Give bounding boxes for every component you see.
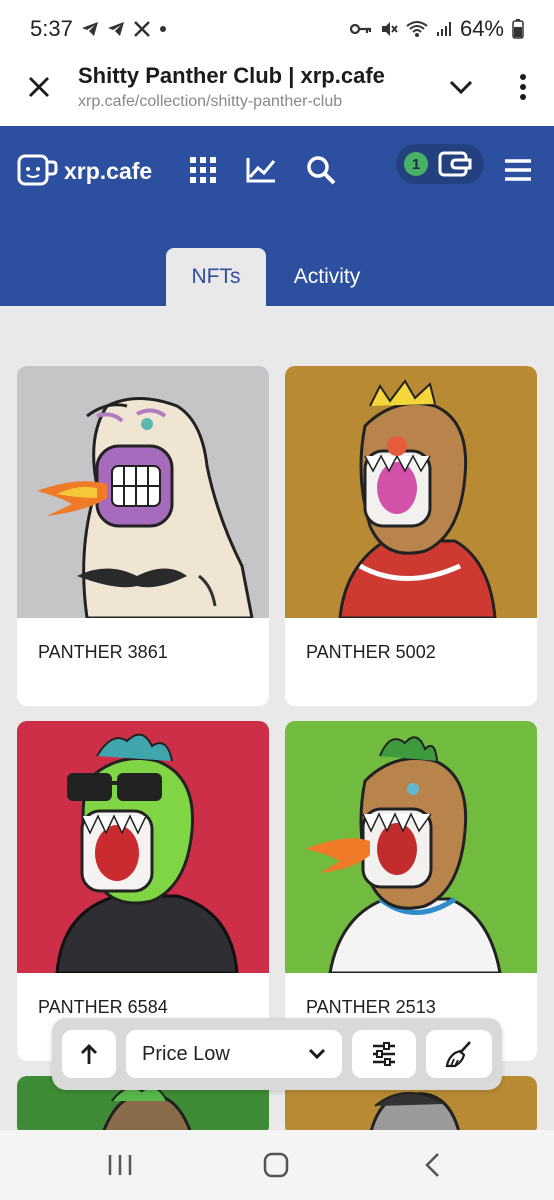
search-icon	[307, 156, 336, 185]
nft-image	[285, 721, 537, 973]
page-url: xrp.cafe/collection/shitty-panther-club	[78, 93, 343, 110]
nft-name: PANTHER 5002	[306, 642, 436, 662]
more-options-button[interactable]	[492, 48, 554, 126]
scroll-top-button[interactable]	[62, 1030, 116, 1078]
battery-icon	[512, 19, 524, 39]
telegram-icon	[81, 20, 99, 38]
stats-button[interactable]	[241, 150, 281, 190]
filter-button[interactable]	[352, 1030, 416, 1078]
home-button[interactable]	[256, 1148, 296, 1182]
tab-nfts[interactable]: NFTs	[166, 248, 266, 306]
nft-image	[17, 366, 269, 618]
page-title: Shitty Panther Club | xrp.cafe	[78, 63, 385, 88]
recent-apps-button[interactable]	[100, 1148, 140, 1182]
close-icon	[29, 77, 49, 97]
notification-dot-icon	[159, 25, 167, 33]
sort-value: Price Low	[142, 1042, 230, 1065]
site-header: xrp.cafe 1 NFTs Activity	[0, 126, 554, 306]
signal-icon	[436, 21, 452, 37]
chart-icon	[246, 158, 276, 183]
nft-image	[17, 721, 269, 973]
home-icon	[263, 1152, 289, 1178]
sort-select[interactable]: Price Low	[126, 1030, 342, 1078]
nft-name: PANTHER 3861	[38, 642, 168, 662]
wifi-icon	[406, 20, 428, 38]
tab-activity[interactable]: Activity	[272, 248, 382, 306]
site-logo[interactable]: xrp.cafe	[16, 152, 152, 190]
mute-icon	[380, 20, 398, 38]
expand-button[interactable]	[430, 48, 492, 126]
telegram-icon	[107, 20, 125, 38]
hamburger-icon	[505, 159, 531, 181]
clear-filters-button[interactable]	[426, 1030, 492, 1078]
wallet-icon	[438, 151, 472, 177]
address-area[interactable]: Shitty Panther Club | xrp.cafe xrp.cafe/…	[78, 63, 430, 111]
grid-icon	[190, 157, 216, 183]
broom-icon	[445, 1041, 471, 1068]
sort-filter-toolbar: Price Low	[52, 1018, 502, 1090]
wallet-button[interactable]: 1	[396, 144, 484, 184]
system-nav-bar	[0, 1130, 554, 1200]
nft-card[interactable]: PANTHER 3861	[17, 366, 269, 706]
wallet-count-badge: 1	[404, 152, 428, 176]
menu-button[interactable]	[498, 150, 538, 190]
search-button[interactable]	[301, 150, 341, 190]
chevron-down-icon	[308, 1048, 326, 1060]
logo-text: xrp.cafe	[64, 157, 153, 184]
nft-image	[285, 366, 537, 618]
arrow-up-icon	[81, 1044, 97, 1064]
nft-card[interactable]: PANTHER 5002	[285, 366, 537, 706]
nft-card[interactable]: PANTHER 2513	[285, 721, 537, 1061]
browser-bar: Shitty Panther Club | xrp.cafe xrp.cafe/…	[0, 48, 554, 126]
status-time: 5:37	[30, 16, 73, 41]
chevron-down-icon	[449, 80, 473, 95]
cup-logo-icon	[17, 154, 58, 186]
sliders-icon	[373, 1042, 395, 1066]
close-tab-button[interactable]	[0, 48, 78, 126]
recent-apps-icon	[108, 1155, 132, 1175]
battery-percent: 64%	[459, 16, 504, 41]
collections-button[interactable]	[183, 150, 223, 190]
more-vert-icon	[520, 74, 526, 100]
nft-card[interactable]: PANTHER 6584	[17, 721, 269, 1061]
x-logo-icon	[133, 20, 151, 38]
back-button[interactable]	[412, 1148, 452, 1182]
key-icon	[349, 22, 372, 36]
back-icon	[425, 1153, 439, 1177]
